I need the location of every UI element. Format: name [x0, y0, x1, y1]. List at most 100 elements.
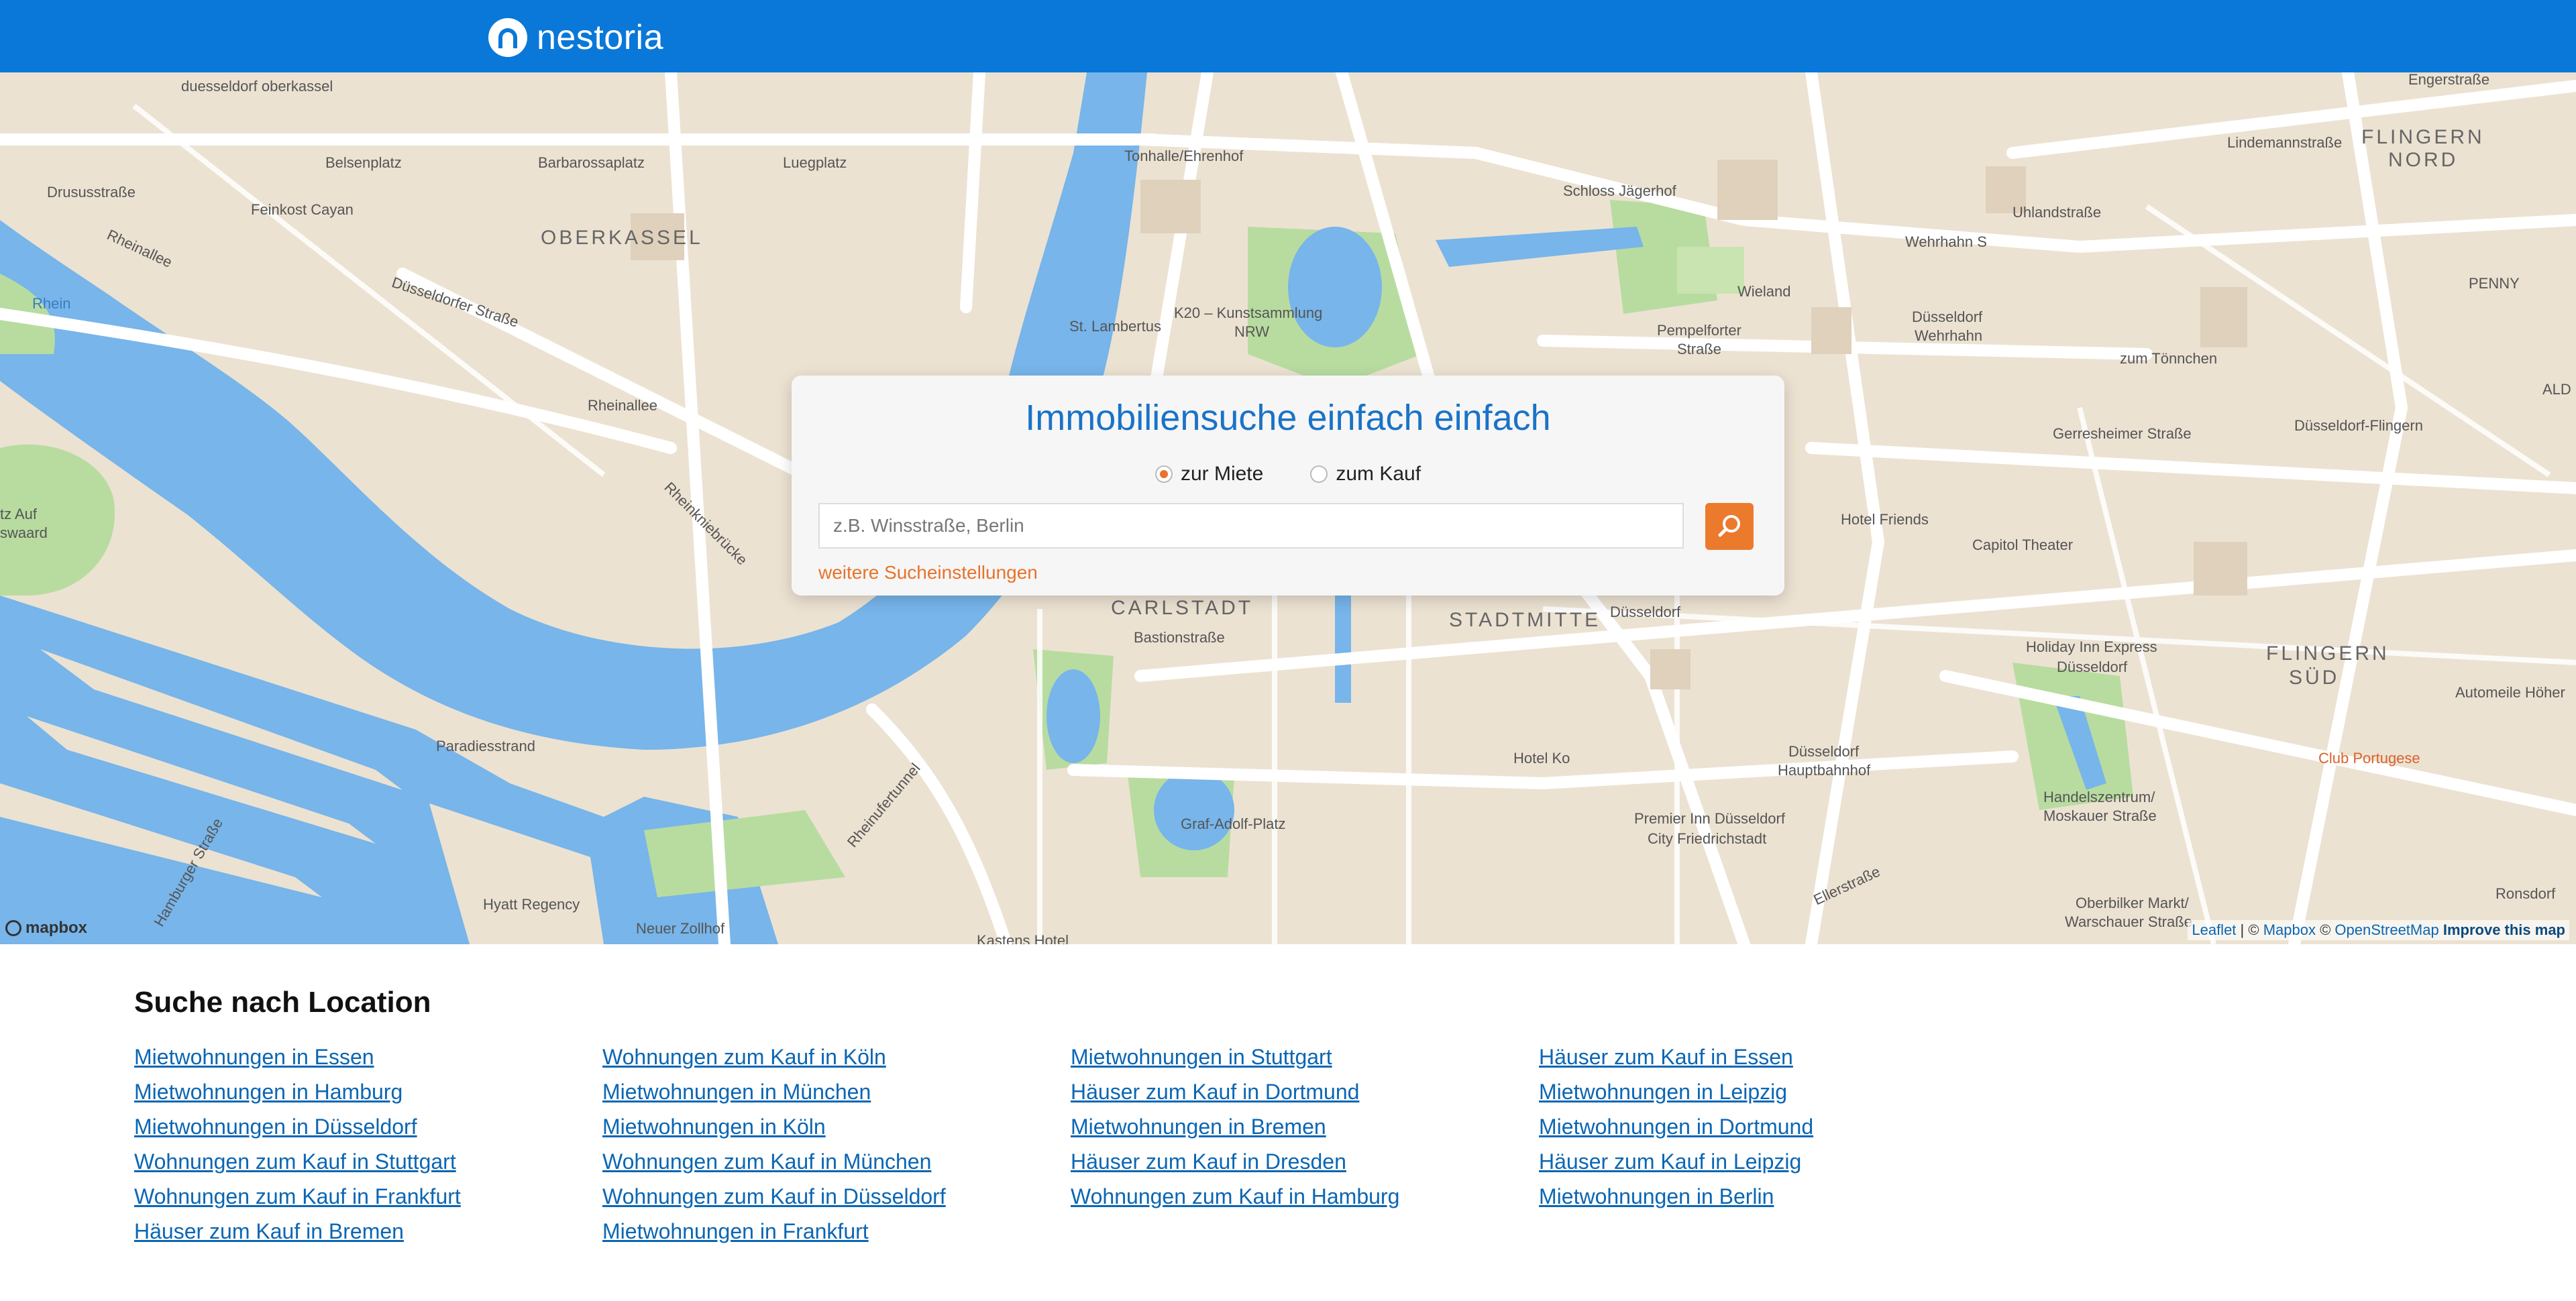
attribution-separator: © — [2315, 921, 2335, 938]
link-column: Mietwohnungen in Stuttgart Häuser zum Ka… — [1071, 1043, 1539, 1245]
more-search-settings-link[interactable]: weitere Sucheinstellungen — [818, 562, 1038, 583]
map-label: Holiday Inn Express — [2026, 638, 2157, 655]
map-label: Feinkost Cayan — [251, 201, 354, 218]
map-attribution: Leaflet | © Mapbox © OpenStreetMap Impro… — [2188, 920, 2569, 940]
map-label: Moskauer Straße — [2043, 807, 2157, 824]
search-panel: Immobiliensuche einfach einfach zur Miet… — [792, 376, 1784, 596]
map-label: Lindemannstraße — [2227, 134, 2343, 151]
map-label: Belsenplatz — [325, 154, 402, 171]
location-link[interactable]: Häuser zum Kauf in Dortmund — [1071, 1078, 1539, 1105]
location-link[interactable]: Häuser zum Kauf in Dresden — [1071, 1148, 1539, 1175]
location-link[interactable]: Mietwohnungen in Leipzig — [1539, 1078, 2007, 1105]
link-column: Wohnungen zum Kauf in Köln Mietwohnungen… — [602, 1043, 1071, 1245]
map-label: Engerstraße — [2408, 72, 2490, 88]
map-label: Uhlandstraße — [2012, 204, 2102, 221]
radio-rent-indicator[interactable] — [1155, 465, 1173, 483]
location-link[interactable]: Wohnungen zum Kauf in Frankfurt — [134, 1183, 602, 1210]
location-link[interactable]: Häuser zum Kauf in Leipzig — [1539, 1148, 2007, 1175]
location-link[interactable]: Häuser zum Kauf in Bremen — [134, 1218, 602, 1245]
map-label: STADTMITTE — [1449, 609, 1601, 631]
map-label: Bastionstraße — [1134, 629, 1225, 646]
map-label: Neuer Zollhof — [636, 920, 725, 937]
map-label: ALD — [2542, 381, 2571, 398]
map-label: Paradiesstrand — [436, 738, 535, 754]
map-label: Düsseldorf — [1788, 743, 1860, 760]
map-label: SÜD — [2289, 667, 2340, 689]
location-link[interactable]: Mietwohnungen in Berlin — [1539, 1183, 2007, 1210]
map-label: Hyatt Regency — [483, 896, 580, 913]
map-label: Oberbilker Markt/ — [2076, 895, 2189, 911]
openstreetmap-link[interactable]: OpenStreetMap — [2334, 921, 2438, 938]
location-link[interactable]: Mietwohnungen in Hamburg — [134, 1078, 602, 1105]
map-label: Premier Inn Düsseldorf — [1634, 810, 1785, 827]
mapbox-link[interactable]: Mapbox — [2263, 921, 2316, 938]
improve-map-link[interactable]: Improve this map — [2443, 921, 2565, 938]
location-links: Mietwohnungen in Essen Mietwohnungen in … — [134, 1043, 2007, 1245]
map-label: Wieland — [1737, 283, 1791, 300]
map-label: Club Portugese — [2318, 750, 2420, 767]
map-label: Capitol Theater — [1972, 536, 2074, 553]
location-link[interactable]: Wohnungen zum Kauf in Stuttgart — [134, 1148, 602, 1175]
map-label: Wehrhahn — [1915, 327, 1983, 344]
location-link[interactable]: Wohnungen zum Kauf in Köln — [602, 1043, 1071, 1070]
location-link[interactable]: Mietwohnungen in München — [602, 1078, 1071, 1105]
radio-buy[interactable]: zum Kauf — [1310, 463, 1421, 486]
radio-buy-label: zum Kauf — [1336, 463, 1421, 485]
location-link[interactable]: Wohnungen zum Kauf in Düsseldorf — [602, 1183, 1071, 1210]
map-label: Düsseldorf — [1912, 308, 1983, 325]
location-link[interactable]: Mietwohnungen in Stuttgart — [1071, 1043, 1539, 1070]
map-label: CARLSTADT — [1111, 597, 1254, 619]
listing-type-radios: zur Miete zum Kauf — [792, 463, 1784, 486]
search-title: Immobiliensuche einfach einfach — [1025, 398, 1551, 438]
location-link[interactable]: Mietwohnungen in Bremen — [1071, 1113, 1539, 1140]
mapbox-icon — [5, 920, 21, 936]
location-link[interactable]: Mietwohnungen in Frankfurt — [602, 1218, 1071, 1245]
map-label: Schloss Jägerhof — [1563, 182, 1676, 199]
map-label: City Friedrichstadt — [1648, 830, 1767, 847]
map-label: PENNY — [2469, 275, 2520, 292]
map-label: Luegplatz — [783, 154, 847, 171]
map-label: Düsseldorf — [2057, 659, 2128, 675]
location-link[interactable]: Häuser zum Kauf in Essen — [1539, 1043, 2007, 1070]
map-label: Hauptbahnhof — [1778, 762, 1871, 779]
nestoria-logo[interactable]: nestoria — [488, 17, 663, 58]
section-title: Suche nach Location — [134, 986, 431, 1019]
map-label: Graf-Adolf-Platz — [1181, 815, 1286, 832]
location-link[interactable]: Mietwohnungen in Köln — [602, 1113, 1071, 1140]
link-column: Mietwohnungen in Essen Mietwohnungen in … — [134, 1043, 602, 1245]
map-label: NORD — [2388, 149, 2459, 171]
attribution-separator: | © — [2236, 921, 2263, 938]
map-label: Wehrhahn S — [1905, 233, 1987, 250]
location-link[interactable]: Wohnungen zum Kauf in München — [602, 1148, 1071, 1175]
map-label: tz Auf — [0, 506, 38, 522]
map-label: Barbarossaplatz — [538, 154, 645, 171]
map-label: Tonhalle/Ehrenhof — [1124, 148, 1244, 164]
radio-rent[interactable]: zur Miete — [1155, 463, 1263, 486]
map-label: Hotel Ko — [1513, 750, 1570, 767]
map-label: Straße — [1677, 341, 1722, 357]
location-link[interactable]: Mietwohnungen in Essen — [134, 1043, 602, 1070]
map-label: NRW — [1234, 323, 1270, 340]
location-link[interactable]: Mietwohnungen in Dortmund — [1539, 1113, 2007, 1140]
location-link[interactable]: Mietwohnungen in Düsseldorf — [134, 1113, 602, 1140]
location-link[interactable]: Wohnungen zum Kauf in Hamburg — [1071, 1183, 1539, 1210]
logo-text: nestoria — [537, 18, 663, 57]
map-label: FLINGERN — [2361, 126, 2485, 148]
map-label: Warschauer Straße — [2065, 913, 2192, 930]
map-label: Hotel Friends — [1841, 511, 1929, 528]
search-input[interactable] — [818, 503, 1684, 549]
map-label: swaard — [0, 524, 48, 541]
map-label: Ronsdorf — [2496, 885, 2556, 902]
map-label: K20 – Kunstsammlung — [1174, 304, 1323, 321]
search-button[interactable] — [1705, 503, 1754, 550]
map-label: Gerresheimer Straße — [2053, 425, 2192, 442]
leaflet-link[interactable]: Leaflet — [2192, 921, 2236, 938]
map[interactable]: duesseldorf oberkassel Belsenplatz Barba… — [0, 72, 2576, 944]
top-bar: nestoria — [0, 0, 2576, 72]
map-label: Rheinallee — [588, 397, 657, 414]
map-label: FLINGERN — [2266, 642, 2390, 665]
map-label: Drususstraße — [47, 184, 136, 201]
map-label: Pempelforter — [1657, 322, 1741, 339]
mapbox-logo[interactable]: mapbox — [5, 919, 87, 938]
radio-buy-indicator[interactable] — [1310, 465, 1328, 483]
